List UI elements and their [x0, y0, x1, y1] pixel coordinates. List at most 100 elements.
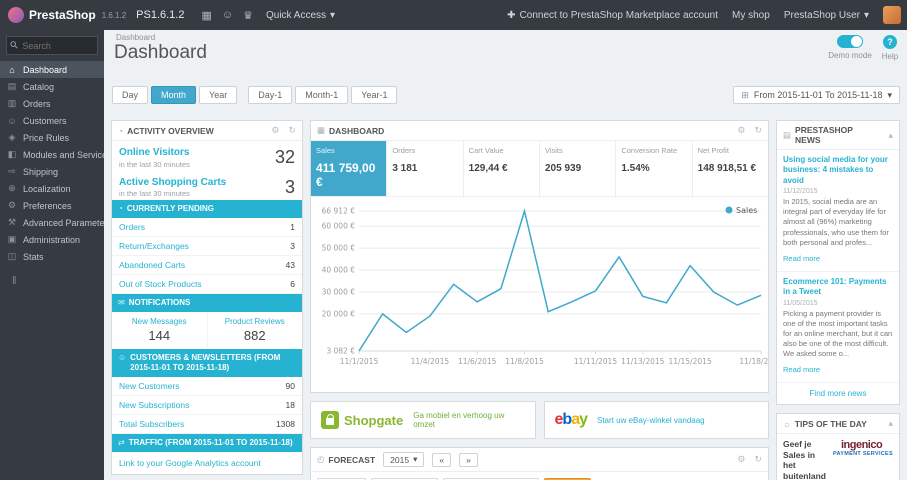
svg-text:30 000 €: 30 000 €	[322, 288, 356, 297]
read-more-link[interactable]: Read more	[783, 254, 820, 263]
news-item-title[interactable]: Ecommerce 101: Payments in a Tweet	[783, 277, 893, 298]
collapse-icon[interactable]: ▴	[888, 130, 893, 141]
admin-icon: ▣	[7, 234, 17, 244]
svg-text:11/8/2015: 11/8/2015	[505, 357, 544, 366]
active-carts-link[interactable]: Active Shopping Carts	[119, 177, 226, 189]
help-icon[interactable]: ?	[883, 35, 897, 49]
range-year-1-button[interactable]: Year-1	[351, 86, 398, 104]
search-input[interactable]	[22, 40, 95, 51]
ebay-module-panel: ebay Start uw eBay-winkel vandaag	[543, 401, 769, 439]
sidebar-collapse-button[interactable]: ‖	[0, 265, 104, 297]
total-subscribers-row[interactable]: Total Subscribers 1308	[112, 415, 302, 434]
marketplace-link[interactable]: ✚ Connect to PrestaShop Marketplace acco…	[507, 10, 718, 21]
user-menu[interactable]: PrestaShop User ▾	[784, 10, 869, 21]
kpi-orders[interactable]: Orders 3 181	[387, 141, 464, 196]
my-shop-link[interactable]: My shop	[732, 10, 770, 21]
search-icon: ⚲	[8, 39, 22, 52]
sidebar-item-catalog[interactable]: ▤ Catalog	[0, 78, 104, 95]
sales-chart-area: 3 082 € 20 000 € 30 000 € 40 000 € 50 000 € 6…	[311, 197, 783, 392]
kpi-sales[interactable]: Sales 411 759,00 €	[311, 141, 388, 196]
breadcrumb: Dashboard	[116, 33, 156, 42]
range-year-button[interactable]: Year	[199, 86, 238, 104]
gear-icon[interactable]: ⚙	[737, 125, 745, 136]
range-month-1-button[interactable]: Month-1	[295, 86, 349, 104]
find-more-news-link[interactable]: Find more news	[777, 383, 899, 404]
cart-icon[interactable]: ▦	[201, 9, 211, 22]
price-tag-icon: ◈	[8, 132, 16, 142]
sidebar-item-price-rules[interactable]: ◈ Price Rules	[0, 129, 104, 146]
stats-icon: ◫	[7, 251, 17, 261]
forecast-next-button[interactable]: »	[459, 452, 478, 467]
ebay-link[interactable]: Start uw eBay-winkel vandaag	[597, 416, 705, 425]
help-control[interactable]: ? Help	[877, 35, 903, 61]
kpi-conversion-rate[interactable]: Conversion Rate 1.54%	[616, 141, 693, 196]
forecast-panel: ◴ Forecast 2015 ▾ « » ⚙ ↻ Traffic Conver…	[310, 447, 769, 480]
user-avatar[interactable]	[883, 6, 901, 24]
new-subscriptions-row[interactable]: New Subscriptions 18	[112, 396, 302, 415]
news-item-title[interactable]: Using social media for your business: 4 …	[783, 155, 893, 186]
news-column: ▤ PrestaShop News ▴ Using social media f…	[776, 120, 900, 480]
online-visitors-link[interactable]: Online Visitors	[119, 147, 190, 159]
svg-text:40 000 €: 40 000 €	[322, 266, 356, 275]
date-range-picker[interactable]: ⊞ From 2015-11-01 To 2015-11-18 ▾	[733, 86, 900, 104]
refresh-icon[interactable]: ↻	[754, 125, 762, 136]
shopgate-link[interactable]: Ga mobiel en verhoog uw omzet	[413, 411, 524, 429]
kpi-visits[interactable]: Visits 205 939	[540, 141, 617, 196]
activity-icon: ◔	[118, 125, 124, 136]
out-of-stock-row[interactable]: Out of Stock Products 6	[112, 275, 302, 294]
svg-text:20 000 €: 20 000 €	[322, 309, 356, 318]
collapse-icon[interactable]: ▴	[888, 418, 893, 429]
customers-icon[interactable]: ☺	[222, 9, 233, 21]
refresh-icon[interactable]: ↻	[288, 125, 296, 136]
pending-returns-row[interactable]: Return/Exchanges 3	[112, 237, 302, 256]
shopgate-logo[interactable]: Shopgate	[321, 411, 403, 429]
sidebar-item-dashboard[interactable]: ⌂ Dashboard	[0, 61, 104, 78]
new-messages-cell[interactable]: New Messages 144	[112, 312, 207, 349]
pending-orders-row[interactable]: Orders 1	[112, 218, 302, 237]
demo-mode-toggle[interactable]	[837, 35, 863, 48]
sidebar-item-orders[interactable]: ▥ Orders	[0, 95, 104, 112]
forecast-prev-button[interactable]: «	[432, 452, 452, 467]
svg-text:11/1/2015: 11/1/2015	[340, 357, 379, 366]
forecast-year-select[interactable]: 2015 ▾	[383, 452, 425, 467]
sidebar-item-modules[interactable]: ◧ Modules and Services	[0, 146, 104, 163]
google-analytics-link[interactable]: Link to your Google Analytics account	[112, 452, 302, 474]
brand[interactable]: PrestaShop 1.6.1.2	[0, 7, 136, 23]
quick-access-menu[interactable]: Quick Access ▾	[266, 10, 335, 21]
new-customers-row[interactable]: New Customers 90	[112, 377, 302, 396]
notifications-cells: New Messages 144 Product Reviews 882	[112, 312, 302, 349]
sidebar-search[interactable]: ⚲	[6, 36, 98, 55]
sidebar-item-stats[interactable]: ◫ Stats	[0, 248, 104, 265]
read-more-link[interactable]: Read more	[783, 365, 820, 374]
badges-icon[interactable]: ♛	[243, 9, 253, 22]
tips-headline: Geef je Sales in het buitenland een Boos…	[783, 439, 826, 480]
refresh-icon[interactable]: ↻	[754, 454, 762, 465]
sidebar-item-administration[interactable]: ▣ Administration	[0, 231, 104, 248]
svg-text:11/4/2015: 11/4/2015	[411, 357, 450, 366]
ebay-logo[interactable]: ebay	[555, 411, 588, 429]
sidebar-item-customers[interactable]: ☺ Customers	[0, 112, 104, 129]
gear-icon[interactable]: ⚙	[737, 454, 745, 465]
product-reviews-cell[interactable]: Product Reviews 882	[206, 312, 303, 349]
sidebar-nav: ⚲ ⌂Dashboard ▤Catalog ▥Orders ☺Customers…	[0, 30, 104, 480]
active-carts-stat: Active Shopping Carts in the last 30 min…	[119, 176, 295, 199]
range-day-1-button[interactable]: Day-1	[248, 86, 293, 104]
customers-icon: ☺	[7, 115, 17, 126]
calendar-icon: ⊞	[741, 89, 749, 100]
sidebar-item-preferences[interactable]: ⚙ Preferences	[0, 197, 104, 214]
abandoned-carts-row[interactable]: Abandoned Carts 43	[112, 256, 302, 275]
range-month-button[interactable]: Month	[151, 86, 197, 104]
online-visitors-value: 32	[274, 147, 295, 167]
sidebar-item-localization[interactable]: ⊕ Localization	[0, 180, 104, 197]
range-day-button[interactable]: Day	[112, 86, 149, 104]
sidebar-item-advanced-parameters[interactable]: ⚒ Advanced Parameters	[0, 214, 104, 231]
gear-icon[interactable]: ⚙	[271, 125, 279, 136]
kpi-net-profit[interactable]: Net Profit 148 918,51 €	[693, 141, 768, 196]
dashboard-column: ▦ Dashboard ⚙ ↻ Sales 411 759,00 € Orders…	[310, 120, 783, 480]
activity-overview-panel: ◔ Activity overview ⚙ ↻ Online Visitors …	[111, 120, 303, 475]
traffic-header: ⇄ Traffic (FROM 2015-11-01 TO 2015-11-18…	[112, 434, 302, 452]
sidebar-item-shipping[interactable]: ⇨ Shipping	[0, 163, 104, 180]
kpi-cart-value[interactable]: Cart Value 129,44 €	[464, 141, 540, 196]
forecast-icon: ◴	[317, 454, 325, 464]
topbar-right: ✚ Connect to PrestaShop Marketplace acco…	[507, 6, 907, 24]
